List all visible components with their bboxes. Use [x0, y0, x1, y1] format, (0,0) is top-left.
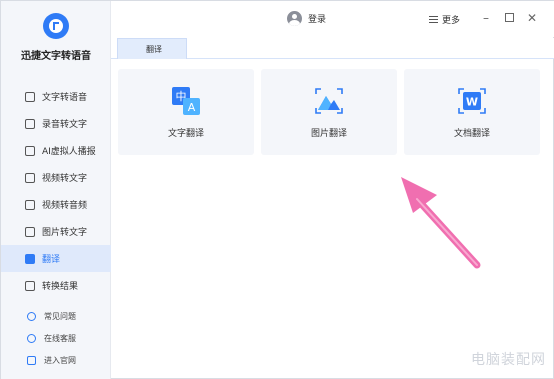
sidebar-item-label: AI虚拟人播报	[42, 147, 96, 157]
more-menu-button[interactable]: 更多	[429, 13, 460, 26]
annotation-arrow-icon	[401, 177, 481, 269]
sidebar-item-label: 视频转文字	[42, 174, 88, 184]
sidebar-item-label: 文字转语音	[42, 93, 88, 103]
sidebar-footer: 常见问题 在线客服 进入官网	[1, 305, 111, 371]
faq-label: 常见问题	[44, 311, 76, 321]
minimize-icon[interactable]: –	[480, 12, 492, 24]
menu-icon	[429, 16, 438, 23]
avatar-icon	[287, 11, 302, 26]
sidebar-item-label: 图片转文字	[42, 228, 88, 238]
card-label: 文档翻译	[453, 129, 490, 139]
sidebar-item-label: 翻译	[42, 255, 61, 265]
text-to-speech-icon	[25, 91, 35, 102]
maximize-icon[interactable]	[503, 12, 515, 24]
tab-label: 翻译	[146, 44, 162, 54]
sidebar-item-label: 视频转音频	[42, 201, 88, 211]
image-translate-icon	[315, 88, 343, 114]
video-icon	[25, 172, 35, 183]
login-button[interactable]: 登录	[287, 11, 326, 26]
card-label: 图片翻译	[310, 129, 347, 139]
app-window: 迅捷文字转语音 文字转语音 录音转文字 AI虚拟人播报 视频转文字 视频转音频	[0, 0, 554, 379]
close-icon[interactable]: ✕	[526, 12, 538, 24]
sidebar-item-video-to-audio[interactable]: 视频转音频	[1, 191, 111, 218]
recording-icon	[25, 118, 35, 129]
svg-text:W: W	[466, 96, 478, 109]
ai-avatar-icon	[25, 145, 35, 156]
login-label: 登录	[308, 15, 327, 25]
title-bar: 登录 更多 – ✕	[111, 1, 554, 37]
tab-bar: 翻译	[111, 38, 554, 59]
website-label: 进入官网	[44, 355, 76, 365]
sidebar-item-translate[interactable]: 翻译	[1, 245, 111, 272]
card-label: 文字翻译	[167, 129, 204, 139]
support-label: 在线客服	[44, 333, 76, 343]
document-translate-icon: W	[458, 88, 486, 114]
document-translate-card[interactable]: W 文档翻译	[404, 69, 540, 155]
sidebar-item-results[interactable]: 转换结果	[1, 272, 111, 299]
online-support-link[interactable]: 在线客服	[1, 327, 111, 349]
sidebar-item-image-to-text[interactable]: 图片转文字	[1, 218, 111, 245]
headset-icon	[27, 333, 36, 343]
sidebar-item-text-to-speech[interactable]: 文字转语音	[1, 83, 111, 110]
website-icon	[27, 355, 36, 365]
more-label: 更多	[442, 16, 461, 26]
watermark: 电脑装配网	[471, 352, 546, 368]
app-name: 迅捷文字转语音	[21, 51, 91, 62]
translate-icon	[25, 253, 35, 264]
official-site-link[interactable]: 进入官网	[1, 349, 111, 371]
app-logo	[43, 13, 69, 39]
question-icon	[27, 311, 36, 321]
audio-icon	[25, 199, 35, 210]
text-translate-card[interactable]: 中 A 文字翻译	[118, 69, 254, 155]
sidebar-item-label: 转换结果	[42, 282, 79, 292]
sidebar-item-recording-to-text[interactable]: 录音转文字	[1, 110, 111, 137]
sidebar-item-ai-avatar[interactable]: AI虚拟人播报	[1, 137, 111, 164]
tab-translate[interactable]: 翻译	[117, 38, 187, 59]
sidebar-nav: 文字转语音 录音转文字 AI虚拟人播报 视频转文字 视频转音频 图片转文字 翻译…	[1, 83, 111, 299]
sidebar: 迅捷文字转语音 文字转语音 录音转文字 AI虚拟人播报 视频转文字 视频转音频	[1, 1, 111, 379]
text-translate-icon: 中 A	[172, 87, 200, 115]
faq-link[interactable]: 常见问题	[1, 305, 111, 327]
sidebar-item-video-to-text[interactable]: 视频转文字	[1, 164, 111, 191]
svg-text:A: A	[188, 101, 196, 114]
sidebar-item-label: 录音转文字	[42, 120, 88, 130]
image-translate-card[interactable]: 图片翻译	[261, 69, 397, 155]
results-icon	[25, 280, 35, 291]
image-icon	[25, 226, 35, 237]
